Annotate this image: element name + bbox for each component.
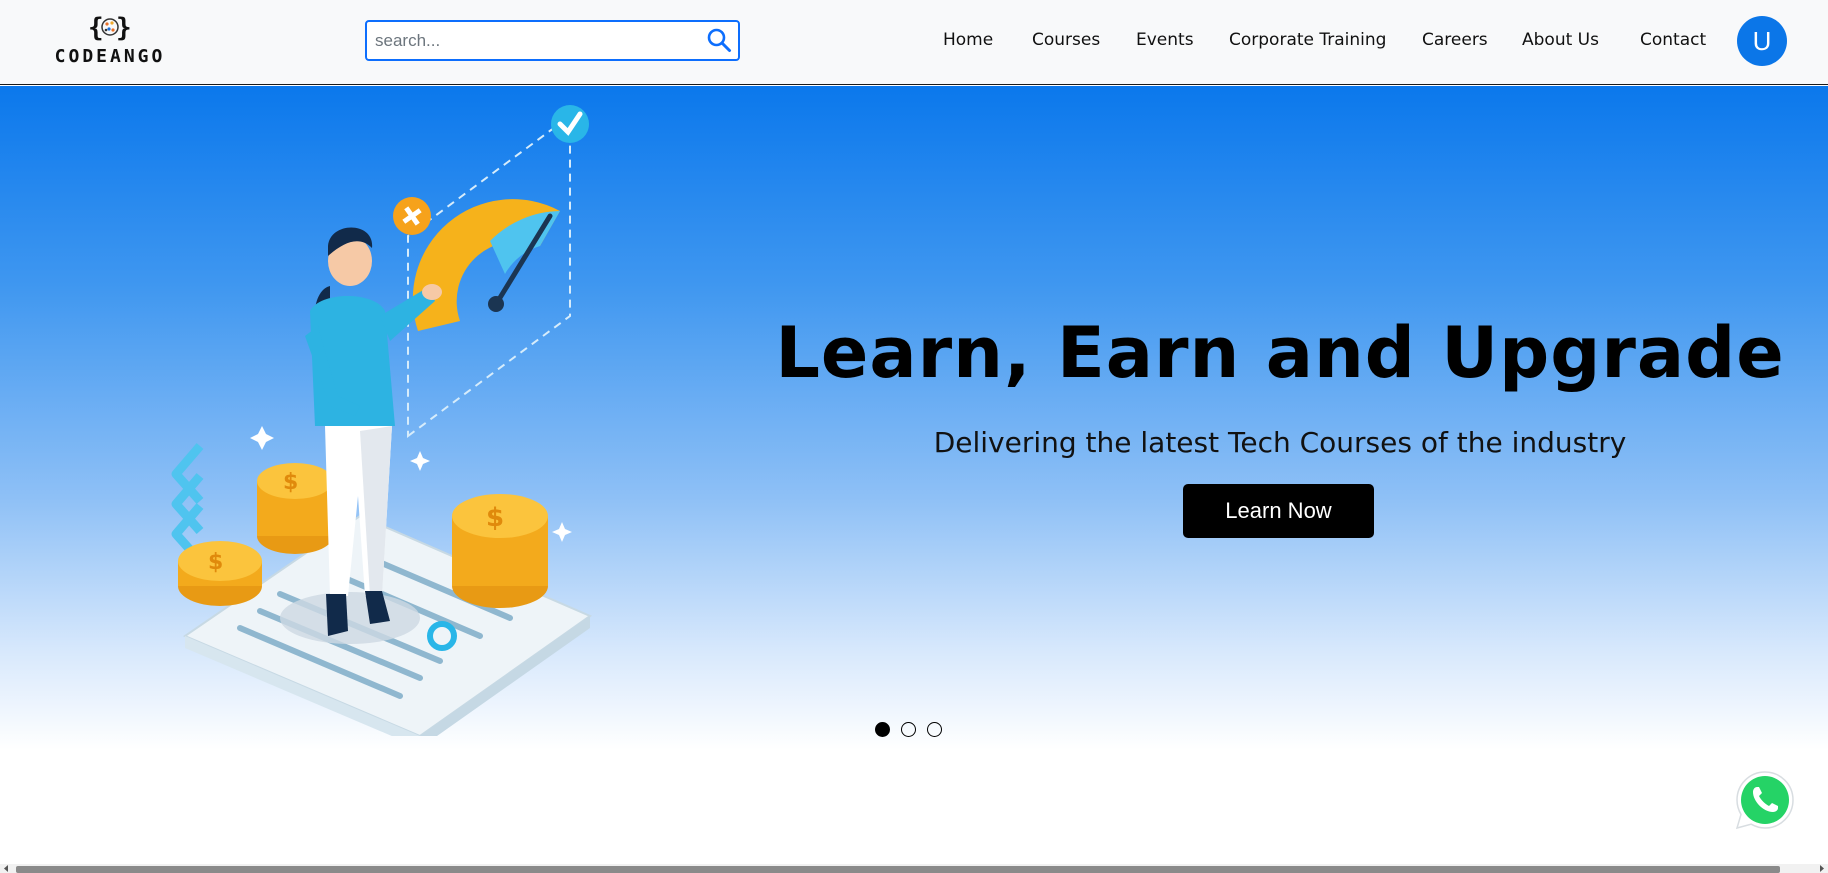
svg-text:$: $ — [486, 503, 504, 533]
carousel-indicators — [875, 722, 945, 738]
site-header: { } CODEANGO Home Courses Events Corpora… — [0, 0, 1828, 85]
woman-with-gauge-and-coins-illustration: $ $ $ — [171, 105, 593, 736]
svg-text:$: $ — [283, 470, 298, 495]
search-icon[interactable] — [706, 27, 732, 53]
nav-careers[interactable]: Careers — [1422, 30, 1488, 50]
scrollbar-thumb[interactable] — [16, 866, 1780, 873]
horizontal-scrollbar[interactable] — [0, 864, 1828, 873]
whatsapp-icon[interactable] — [1733, 768, 1797, 832]
hero-carousel: $ $ $ Learn, Earn and Upgrade Delivering… — [0, 86, 1828, 750]
carousel-dot-1[interactable] — [875, 722, 890, 737]
brain-braces-icon: { } — [88, 13, 132, 43]
brand-name: CODEANGO — [54, 46, 166, 67]
carousel-dot-3[interactable] — [927, 722, 942, 737]
nav-about-us[interactable]: About Us — [1522, 30, 1599, 50]
svg-text:$: $ — [208, 550, 223, 575]
nav-home[interactable]: Home — [943, 30, 993, 50]
nav-corporate-training[interactable]: Corporate Training — [1229, 30, 1386, 50]
learn-now-button[interactable]: Learn Now — [1183, 484, 1374, 538]
hero-title: Learn, Earn and Upgrade — [775, 312, 1785, 394]
brand-logo[interactable]: { } CODEANGO — [44, 10, 176, 68]
hero-subtitle: Delivering the latest Tech Courses of th… — [933, 426, 1627, 459]
search-box — [365, 20, 740, 61]
nav-events[interactable]: Events — [1136, 30, 1194, 50]
scroll-right-arrow-icon[interactable] — [1817, 864, 1826, 873]
nav-contact[interactable]: Contact — [1640, 30, 1706, 50]
user-avatar[interactable]: U — [1737, 16, 1787, 66]
nav-courses[interactable]: Courses — [1032, 30, 1100, 50]
search-input[interactable] — [375, 30, 695, 52]
scroll-left-arrow-icon[interactable] — [2, 864, 11, 873]
carousel-dot-2[interactable] — [901, 722, 916, 737]
